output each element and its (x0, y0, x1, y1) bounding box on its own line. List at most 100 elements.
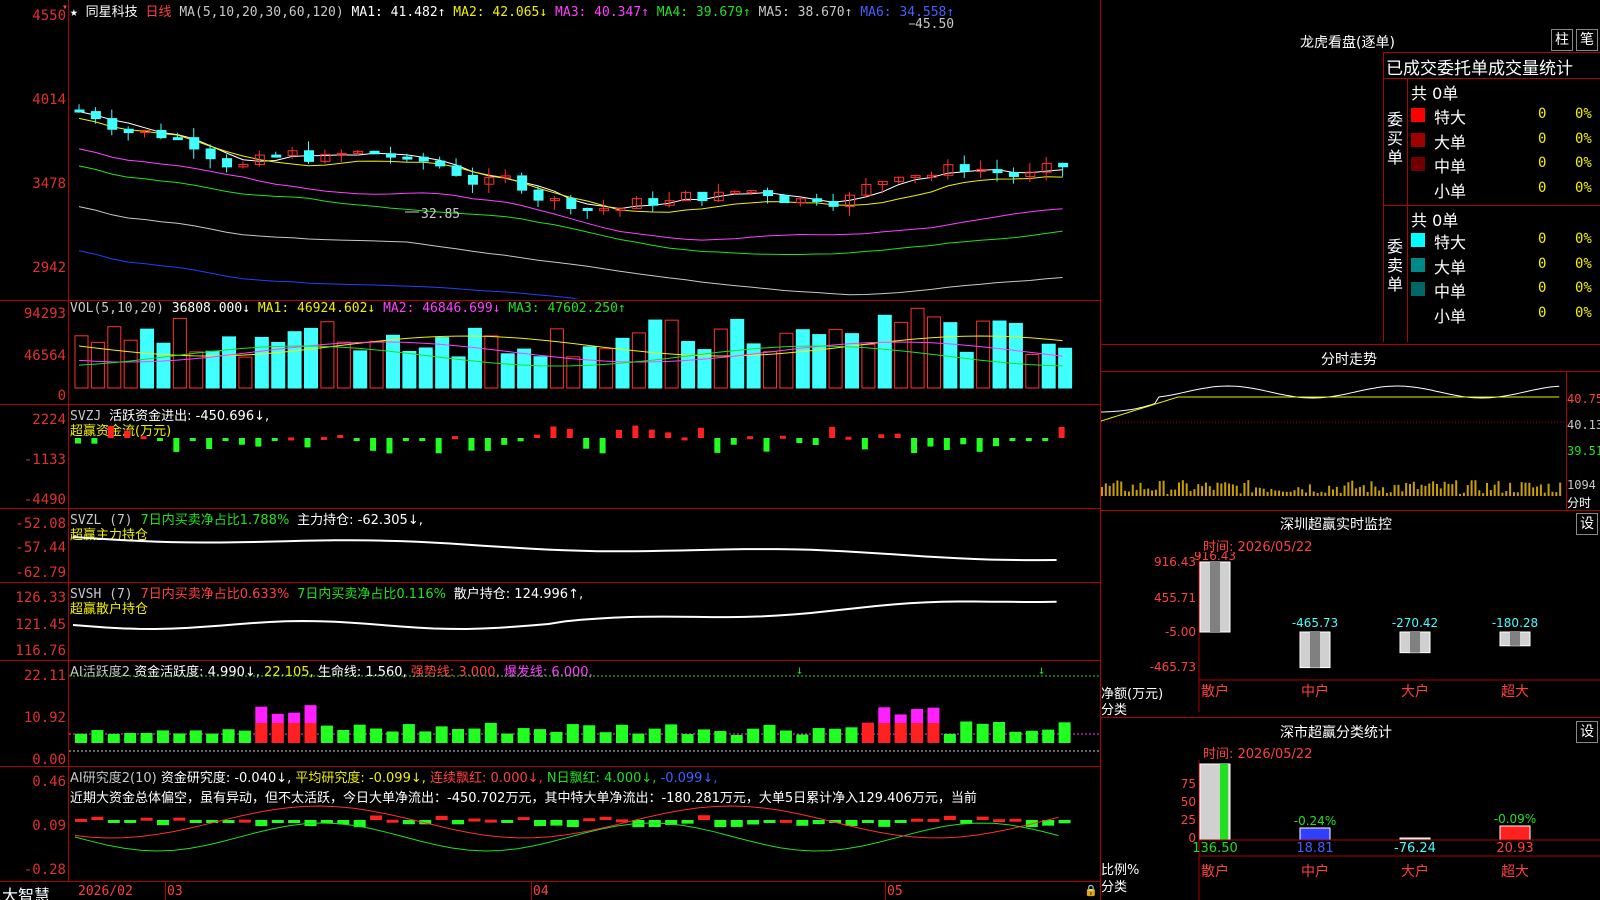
dragon-title: 龙虎看盘(逐单) (1300, 35, 1395, 51)
sell-row-count: 0 (1538, 255, 1547, 272)
activity-bar (320, 725, 333, 743)
classify-settings-button[interactable]: 设 (1576, 721, 1598, 743)
intraday-vol-bar (1178, 482, 1180, 496)
classify-bottom-value: 20.93 (1496, 841, 1533, 856)
intraday-vol-bar (1428, 483, 1431, 496)
intraday-vol-bar (1447, 483, 1450, 496)
volume-bar (992, 320, 1007, 389)
ai-research-chart (74, 805, 1071, 852)
volume-bar (763, 351, 778, 389)
candle-body (222, 158, 233, 168)
sell-row-pct: 0% (1575, 231, 1592, 247)
brand-logo: 大智慧 (2, 886, 51, 900)
fund-flow-bar (1058, 426, 1065, 438)
month-label: 04 (533, 884, 549, 899)
intraday-vol-bar (1539, 484, 1542, 496)
volume-chart (74, 307, 1073, 389)
intraday-vol-bar (1332, 489, 1334, 496)
volume-bar (418, 347, 433, 389)
intraday-vol-bar (1532, 487, 1535, 496)
svg-text:↓: ↓ (796, 663, 803, 677)
volume-bar (320, 321, 335, 389)
fund-flow-bar (1025, 438, 1032, 441)
fund-flow-bar (255, 438, 262, 447)
activity-bar (173, 733, 186, 743)
research-bar (583, 818, 596, 822)
fund-flow-bar (861, 438, 868, 450)
activity-bar (156, 730, 169, 743)
svsh-tick: 116.76 (15, 643, 66, 659)
fund-flow-bar (714, 438, 721, 453)
monitor-title: 深圳超赢实时监控 (1280, 517, 1392, 533)
candle-body (517, 175, 528, 191)
fund-flow-bar (632, 425, 639, 438)
candle-body (1008, 172, 1019, 177)
candle-body (156, 129, 167, 139)
activity-base (304, 723, 317, 743)
activity-base (255, 723, 268, 743)
activity-bar (714, 731, 727, 743)
volume-bar (648, 319, 663, 389)
fund-flow-bar (452, 436, 459, 440)
fund-flow-bar (107, 426, 114, 438)
intraday-vol-bar (1124, 490, 1127, 496)
lock-icon[interactable]: 🔒 (1084, 884, 1098, 897)
research-bar (288, 820, 301, 823)
monitor-category: 中户 (1301, 683, 1329, 700)
research-bar (763, 820, 776, 823)
intraday-vol-bar (1424, 485, 1427, 496)
intraday-vol-bar (1201, 486, 1204, 496)
buy-row-pct: 0% (1575, 179, 1592, 196)
intraday-vol-bar (1482, 493, 1485, 496)
activity-bar (238, 730, 251, 743)
buy-row-pct: 0% (1575, 155, 1592, 171)
classify-bottom-value: 18.81 (1296, 841, 1333, 856)
fund-flow-bar (156, 438, 163, 441)
intraday-vol-bar (1409, 484, 1411, 496)
intraday-vol-bar (1516, 492, 1519, 496)
low-mark: 32.85 (421, 207, 460, 222)
intraday-vol-bar (1358, 486, 1361, 496)
buy-row-pct: 0% (1575, 130, 1592, 147)
monitor-settings-button[interactable]: 设 (1576, 513, 1598, 535)
ai-activity-chart: ↓ ↓ (69, 663, 1100, 752)
sell-row-swatch (1411, 282, 1425, 296)
intraday-vol-bar (1416, 489, 1419, 496)
fund-flow-bar (943, 438, 950, 450)
fund-flow-bar (796, 438, 803, 444)
classify-bar (1299, 827, 1331, 841)
intraday-vol-bar (1478, 490, 1481, 496)
classify-tick: 75 (1181, 777, 1196, 791)
volume-bar (631, 332, 646, 389)
intraday-vol-bar (1147, 488, 1150, 496)
bar-view-button[interactable]: 柱 (1551, 29, 1573, 51)
research-bar (747, 820, 760, 825)
tick-view-button[interactable]: 笔 (1576, 29, 1598, 51)
intraday-vol-bar (1370, 481, 1373, 496)
intraday-vol-bar (1559, 482, 1562, 496)
activity-bar (517, 728, 530, 743)
research-bar (566, 820, 579, 828)
volume-bar (1025, 354, 1040, 389)
intraday-vol-bar (1393, 485, 1396, 496)
activity-base (911, 723, 924, 743)
activity-bar (501, 733, 514, 743)
intraday-vol-bar (1247, 480, 1250, 496)
ai2-tick: -0.28 (23, 862, 66, 878)
intraday-vol-bar (1108, 485, 1111, 496)
research-bar (714, 820, 727, 828)
fund-flow-bar (75, 438, 81, 444)
fund-flow-bar (566, 428, 573, 438)
intraday-vol-bar (1204, 482, 1207, 496)
volume-bar (353, 350, 368, 389)
fund-flow-bar (386, 438, 393, 454)
intraday-vol-bar (1166, 493, 1169, 496)
activity-bar (75, 733, 87, 743)
fund-flow-bar (124, 430, 131, 438)
classify-chart: 7550250136.50-0.24%18.81 -76.24-0.09%20.9… (1181, 760, 1600, 900)
svzl-tick: -52.08 (15, 516, 66, 532)
intraday-vol-bar (1228, 483, 1231, 496)
volume-bar (156, 342, 171, 389)
fund-flow-bar (583, 438, 590, 449)
sell-label: 委卖单 (1387, 237, 1404, 294)
